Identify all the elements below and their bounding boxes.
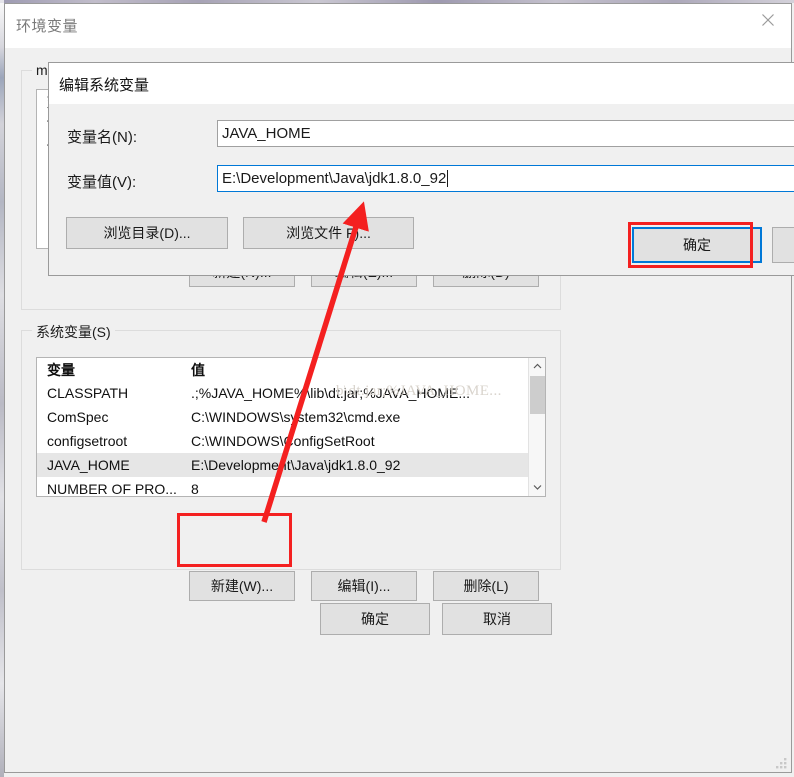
variable-name-input[interactable]: JAVA_HOME bbox=[217, 120, 794, 147]
system-col-value: 值 bbox=[191, 361, 205, 378]
resize-grip[interactable] bbox=[776, 757, 788, 769]
variable-value-input[interactable]: E:\Development\Java\jdk1.8.0_92 bbox=[217, 165, 794, 192]
system-row-name: ComSpec bbox=[47, 409, 109, 425]
browse-file-button[interactable]: 浏览文件 F)... bbox=[243, 217, 414, 249]
system-row-name: JAVA_HOME bbox=[47, 457, 130, 473]
window-titlebar: 环境变量 bbox=[5, 4, 791, 49]
chevron-down-icon[interactable] bbox=[529, 479, 545, 496]
system-row-value: C:\WINDOWS\system32\cmd.exe bbox=[191, 409, 401, 425]
text-caret bbox=[447, 170, 449, 187]
system-variables-list[interactable]: 变量 值 CLASSPATH .;%JAVA_HOME%\lib\dt.jar;… bbox=[36, 357, 546, 497]
dialog-titlebar: 编辑系统变量 bbox=[49, 63, 794, 104]
system-edit-button[interactable]: 编辑(I)... bbox=[311, 571, 417, 601]
system-list-header: 变量 值 bbox=[37, 358, 545, 381]
dialog-ok-button[interactable]: 确定 bbox=[632, 227, 762, 263]
close-icon[interactable] bbox=[745, 4, 791, 36]
system-row-name: NUMBER OF PRO... bbox=[47, 481, 177, 497]
variable-name-value: JAVA_HOME bbox=[222, 125, 311, 142]
variable-name-label: 变量名(N): bbox=[67, 129, 137, 146]
system-row-name: configsetroot bbox=[47, 433, 128, 449]
table-row[interactable]: JAVA_HOME E:\Development\Java\jdk1.8.0_9… bbox=[37, 453, 545, 477]
system-variables-legend: 系统变量(S) bbox=[32, 322, 115, 342]
variable-value-value: E:\Development\Java\jdk1.8.0_92 bbox=[222, 170, 447, 187]
chevron-up-icon[interactable] bbox=[529, 358, 545, 375]
system-delete-button[interactable]: 删除(L) bbox=[433, 571, 539, 601]
dialog-title: 编辑系统变量 bbox=[59, 77, 150, 94]
system-row-value: 8 bbox=[191, 481, 199, 497]
edit-system-variable-dialog: 编辑系统变量 变量名(N): JAVA_HOME 变量值(V): E:\Deve… bbox=[48, 62, 794, 276]
ok-button[interactable]: 确定 bbox=[320, 603, 430, 635]
system-row-value: C:\WINDOWS\ConfigSetRoot bbox=[191, 433, 375, 449]
system-variables-group: 系统变量(S) 变量 值 CLASSPATH .;%JAVA_HOME%\lib… bbox=[21, 322, 561, 601]
table-row[interactable]: configsetroot C:\WINDOWS\ConfigSetRoot bbox=[37, 429, 545, 453]
scrollbar-thumb[interactable] bbox=[530, 376, 545, 414]
window-title: 环境变量 bbox=[16, 18, 79, 35]
system-list-scrollbar[interactable] bbox=[528, 358, 545, 496]
system-row-value: E:\Development\Java\jdk1.8.0_92 bbox=[191, 457, 401, 473]
dialog-cancel-button[interactable] bbox=[772, 227, 794, 263]
table-row[interactable]: NUMBER OF PRO... 8 bbox=[37, 477, 545, 497]
table-row[interactable]: ComSpec C:\WINDOWS\system32\cmd.exe bbox=[37, 405, 545, 429]
system-row-name: CLASSPATH bbox=[47, 385, 129, 401]
cancel-button[interactable]: 取消 bbox=[442, 603, 552, 635]
watermark-text: b\dt.jar;%JAVA_HOME... bbox=[336, 383, 502, 399]
browse-directory-button[interactable]: 浏览目录(D)... bbox=[66, 217, 228, 249]
system-new-button[interactable]: 新建(W)... bbox=[189, 571, 295, 601]
system-col-variable: 变量 bbox=[47, 361, 75, 378]
screen: 环境变量 ms 变量 值 T bbox=[0, 0, 794, 777]
variable-value-label: 变量值(V): bbox=[67, 174, 137, 191]
dialog-body: 变量名(N): JAVA_HOME 变量值(V): E:\Development… bbox=[49, 104, 794, 275]
